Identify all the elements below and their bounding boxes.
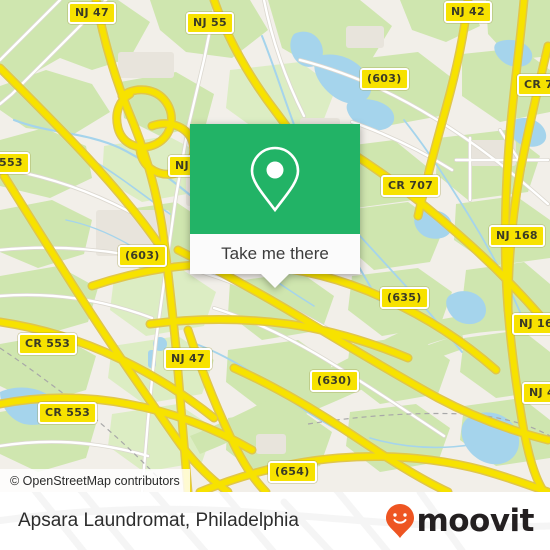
map-screenshot: .gr { fill:#cfe6af; } .grl { fill:#dcedc… <box>0 0 550 550</box>
road-label-13: NJ 47 <box>164 348 212 370</box>
road-label-11: NJ 168 <box>512 313 550 335</box>
road-label-4: CR 7 <box>517 74 550 96</box>
map-canvas[interactable]: .gr { fill:#cfe6af; } .grl { fill:#dcedc… <box>0 0 550 492</box>
road-label-10: (635) <box>380 287 429 309</box>
location-callout[interactable]: Take me there <box>190 124 360 288</box>
map-pin-icon <box>250 146 300 213</box>
take-me-there-label: Take me there <box>221 244 329 263</box>
moovit-pin-icon <box>386 504 415 538</box>
road-label-12: CR 553 <box>18 333 78 355</box>
moovit-wordmark: moovit <box>416 502 534 539</box>
road-label-14: (630) <box>310 370 359 392</box>
road-label-3: (603) <box>360 68 409 90</box>
road-label-17: (654) <box>268 461 317 483</box>
road-label-16: CR 553 <box>38 402 98 424</box>
road-label-9: (603) <box>118 245 167 267</box>
road-label-2: NJ 42 <box>444 1 492 23</box>
osm-attribution-text: © OpenStreetMap contributors <box>10 473 180 488</box>
road-label-15: NJ 4 <box>522 382 550 404</box>
road-label-0: NJ 47 <box>68 2 116 24</box>
road-label-7: CR 707 <box>381 175 441 197</box>
callout-tail <box>261 274 289 288</box>
place-title: Apsara Laundromat, Philadelphia <box>18 510 299 531</box>
road-label-1: NJ 55 <box>186 12 234 34</box>
take-me-there-button[interactable]: Take me there <box>190 234 360 274</box>
road-label-8: NJ 168 <box>489 225 545 247</box>
road-label-5: 553 <box>0 152 30 174</box>
callout-icon-panel <box>190 124 360 234</box>
footer-bar: Apsara Laundromat, Philadelphia moovit <box>0 492 550 550</box>
osm-attribution[interactable]: © OpenStreetMap contributors <box>0 469 190 492</box>
moovit-logo[interactable]: moovit <box>385 503 534 539</box>
